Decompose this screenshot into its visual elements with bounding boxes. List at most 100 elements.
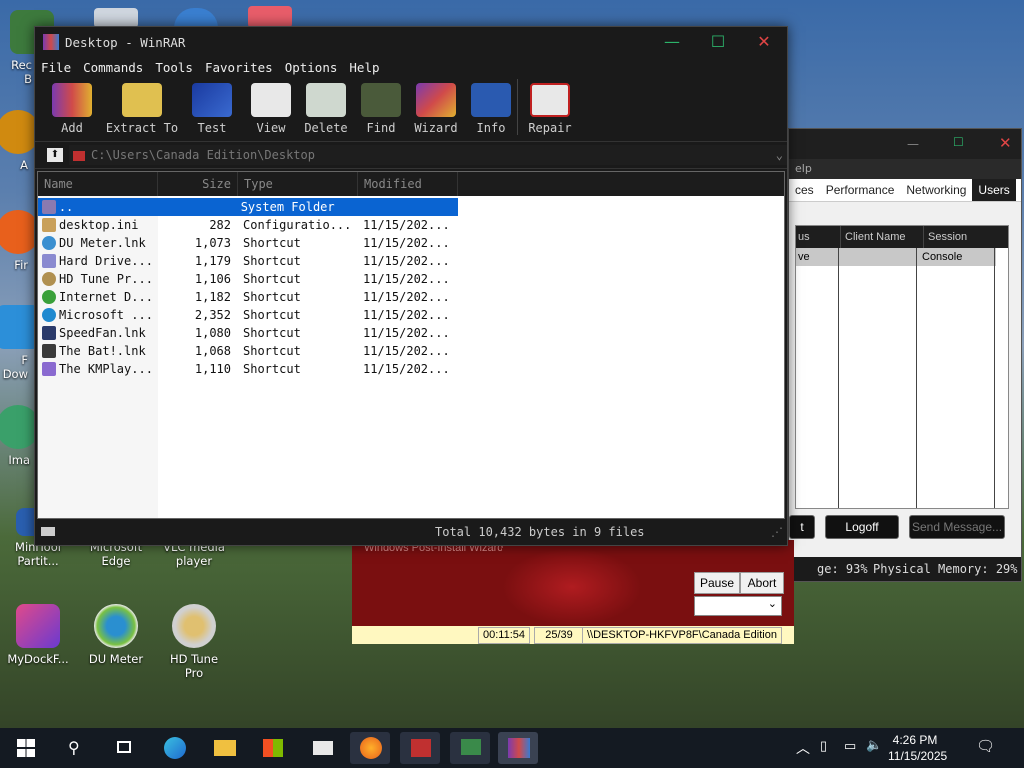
wizard-wand-icon: [416, 83, 456, 117]
column-modified[interactable]: Modified: [358, 172, 458, 196]
file-name: DU Meter.lnk: [59, 236, 146, 250]
wizard-select[interactable]: ⌄: [694, 596, 782, 616]
menu-tools[interactable]: Tools: [149, 57, 199, 79]
table-row[interactable]: desktop.ini 282 Configuratio... 11/15/202..…: [38, 216, 784, 234]
column-size[interactable]: Size: [158, 172, 238, 196]
info-button[interactable]: Info: [465, 79, 518, 135]
internet-download-icon: [42, 290, 56, 304]
table-row[interactable]: SpeedFan.lnk 1,080 Shortcut 11/15/202...: [38, 324, 784, 342]
menu-commands[interactable]: Commands: [77, 57, 149, 79]
menu-file[interactable]: File: [35, 57, 77, 79]
delete-button[interactable]: Delete: [297, 79, 355, 135]
file-type: Shortcut: [243, 308, 301, 322]
add-button[interactable]: Add: [39, 79, 105, 135]
task-view-button[interactable]: [104, 732, 144, 764]
taskbar-task-manager[interactable]: [450, 732, 490, 764]
users-row[interactable]: ve Console: [796, 248, 1008, 266]
desktop-icon-top-3[interactable]: [248, 6, 292, 28]
menu-help[interactable]: Help: [343, 57, 385, 79]
taskbar-file-explorer[interactable]: [204, 732, 244, 764]
winrar-window[interactable]: Desktop - WinRAR — ☐ ✕ File Commands Too…: [34, 26, 788, 546]
send-message-button[interactable]: Send Message...: [909, 515, 1005, 539]
table-row[interactable]: The Bat!.lnk 1,068 Shortcut 11/15/202...: [38, 342, 784, 360]
notification-icon[interactable]: 🗨: [976, 737, 995, 755]
menu-options[interactable]: Options: [279, 57, 344, 79]
table-row[interactable]: DU Meter.lnk 1,073 Shortcut 11/15/202...: [38, 234, 784, 252]
task-manager-window[interactable]: — ☐ ✕ elp ces Performance Networking Use…: [788, 128, 1022, 582]
chevron-up-icon[interactable]: ︿: [796, 738, 810, 758]
abort-button[interactable]: Abort: [740, 572, 784, 594]
close-icon[interactable]: ✕: [741, 27, 787, 57]
wizard-elapsed-time: 00:11:54: [478, 627, 531, 644]
column-session[interactable]: Session: [923, 226, 1006, 248]
column-name[interactable]: Name: [38, 172, 158, 196]
column-client-name[interactable]: Client Name: [840, 226, 923, 248]
view-button[interactable]: View: [245, 79, 297, 135]
desktop-icon-top-1[interactable]: [94, 8, 138, 28]
tab-users[interactable]: Users: [972, 179, 1016, 201]
test-button[interactable]: Test: [179, 79, 245, 135]
menu-favorites[interactable]: Favorites: [199, 57, 279, 79]
repair-button[interactable]: Repair: [518, 79, 582, 135]
tab-networking[interactable]: Networking: [900, 179, 972, 201]
wizard-button[interactable]: Wizard: [407, 79, 465, 135]
table-row[interactable]: Hard Drive... 1,179 Shortcut 11/15/202...: [38, 252, 784, 270]
up-folder-icon[interactable]: ⬆: [47, 148, 63, 162]
kmplayer-icon: [42, 362, 56, 376]
file-modified: 11/15/202...: [363, 254, 450, 268]
logoff-button[interactable]: Logoff: [825, 515, 899, 539]
desktop-icon-hd-tune[interactable]: HD Tune Pro: [154, 604, 234, 680]
resize-grip-icon[interactable]: ⋰: [771, 519, 783, 545]
desktop-icon-du-meter[interactable]: DU Meter: [76, 604, 156, 666]
extract-to-button[interactable]: Extract To: [105, 79, 179, 135]
path-field[interactable]: C:\Users\Canada Edition\Desktop ⌄: [69, 145, 787, 165]
clock[interactable]: 4:26 PM 11/15/2025: [888, 732, 948, 764]
taskbar-mail[interactable]: [302, 732, 342, 764]
desktop-icon-top-2[interactable]: [174, 8, 218, 28]
table-row[interactable]: HD Tune Pr... 1,106 Shortcut 11/15/202...: [38, 270, 784, 288]
taskbar-winrar[interactable]: [498, 732, 538, 764]
find-button[interactable]: Find: [355, 79, 407, 135]
chevron-down-icon[interactable]: ⌄: [776, 145, 783, 165]
maximize-icon[interactable]: ☐: [695, 27, 741, 57]
wizard-progress: 25/39: [534, 627, 584, 644]
task-manager-menu[interactable]: elp: [789, 159, 1021, 179]
column-status[interactable]: us: [796, 226, 840, 248]
device-icon[interactable]: ▯: [820, 738, 827, 754]
maximize-icon[interactable]: ☐: [953, 135, 964, 149]
users-grid-header: us Client Name Session: [796, 226, 1008, 248]
table-row[interactable]: Microsoft ... 2,352 Shortcut 11/15/202...: [38, 306, 784, 324]
table-row[interactable]: Internet D... 1,182 Shortcut 11/15/202...: [38, 288, 784, 306]
taskbar-post-install-wizard[interactable]: [400, 732, 440, 764]
tab-performance[interactable]: Performance: [820, 179, 901, 201]
taskbar-store[interactable]: [252, 732, 292, 764]
search-button[interactable]: ⚲: [56, 732, 96, 764]
disconnect-button[interactable]: t: [789, 515, 815, 539]
column-type[interactable]: Type: [238, 172, 358, 196]
view-glasses-icon: [251, 83, 291, 117]
network-icon[interactable]: ▭: [844, 738, 856, 754]
hard-drive-icon: [42, 254, 56, 268]
file-type: Shortcut: [243, 290, 301, 304]
file-modified: 11/15/202...: [363, 218, 450, 232]
table-row[interactable]: The KMPlay... 1,110 Shortcut 11/15/202...: [38, 360, 784, 378]
minimize-icon[interactable]: —: [649, 27, 695, 57]
start-button[interactable]: [6, 732, 46, 764]
post-install-wizard-window[interactable]: Windows Post-Install Wizard Pause Abort …: [352, 540, 794, 644]
minimize-icon[interactable]: —: [907, 137, 919, 151]
drive-status-icon: [41, 527, 55, 536]
close-icon[interactable]: ✕: [999, 134, 1012, 152]
folder-up-icon: [42, 200, 56, 214]
table-row[interactable]: .. System Folder: [38, 198, 458, 216]
taskbar-firefox[interactable]: [350, 732, 390, 764]
tab-services[interactable]: ces: [789, 179, 820, 201]
clock-date: 11/15/2025: [888, 749, 948, 763]
taskbar-edge[interactable]: [154, 732, 194, 764]
file-list[interactable]: Name Size Type Modified .. System Folder …: [37, 171, 785, 519]
file-name: SpeedFan.lnk: [59, 326, 146, 340]
find-label: Find: [366, 121, 396, 135]
desktop-icon-mydockfinder[interactable]: MyDockF...: [0, 604, 78, 666]
volume-muted-icon[interactable]: 🔈: [866, 737, 882, 753]
pause-button[interactable]: Pause: [694, 572, 740, 594]
users-grid[interactable]: us Client Name Session ve Console: [795, 225, 1009, 509]
